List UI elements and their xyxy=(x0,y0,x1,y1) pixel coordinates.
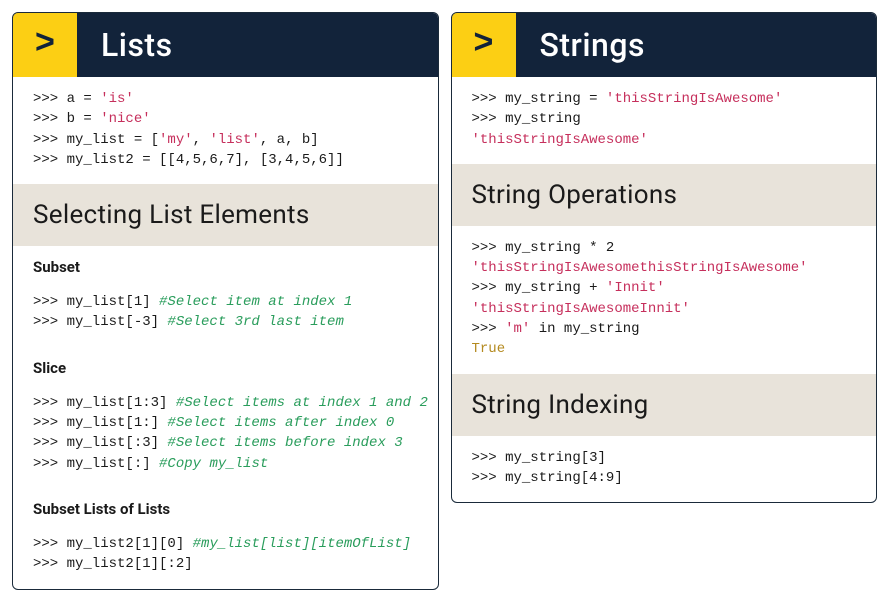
code-text: >>> my_string[3] xyxy=(472,450,606,466)
code-text: >>> my_list[:3] xyxy=(33,435,167,451)
code-text: >>> my_string * 2 xyxy=(472,240,615,256)
code-line: >>> my_string = 'thisStringIsAwesome' xyxy=(472,89,857,109)
prompt-badge: > xyxy=(452,13,516,77)
code-text: >>> my_list[-3] xyxy=(33,314,167,330)
code-line: >>> my_list[1:3] #Select items at index … xyxy=(33,393,418,413)
code-com: #Select 3rd last item xyxy=(167,314,343,330)
code-com: #Copy my_list xyxy=(159,456,268,472)
code-str: 'Innit' xyxy=(606,280,665,296)
code-line: >>> 'm' in my_string xyxy=(472,319,857,339)
code-text: in my_string xyxy=(530,321,639,337)
code-line: >>> my_string xyxy=(472,109,857,129)
code-com: #Select items before index 3 xyxy=(167,435,402,451)
code-line: >>> my_list2[1][0] #my_list[list][itemOf… xyxy=(33,534,418,554)
code-line: 'thisStringIsAwesomeInnit' xyxy=(472,299,857,319)
code-str: 'thisStringIsAwesomethisStringIsAwesome' xyxy=(472,260,808,276)
code-text: >>> xyxy=(472,321,506,337)
code-text: >>> a = xyxy=(33,91,100,107)
lists-intro-code: >>> a = 'is'>>> b = 'nice'>>> my_list = … xyxy=(13,77,438,184)
code-text: , a, b] xyxy=(260,132,319,148)
code-com: #Select item at index 1 xyxy=(159,294,352,310)
card-header-lists: > Lists xyxy=(13,13,438,77)
code-text: >>> my_list[:] xyxy=(33,456,159,472)
code-text: , xyxy=(193,132,210,148)
strings-card: > Strings >>> my_string = 'thisStringIsA… xyxy=(451,12,878,503)
code-line: >>> my_string[3] xyxy=(472,448,857,468)
card-title-lists: Lists xyxy=(77,13,173,77)
code-text: >>> my_list[1:] xyxy=(33,415,167,431)
code-com: #Select items after index 0 xyxy=(167,415,394,431)
code-text: >>> my_string[4:9] xyxy=(472,470,623,486)
code-str: 'thisStringIsAwesome' xyxy=(606,91,782,107)
code-line: >>> b = 'nice' xyxy=(33,109,418,129)
code-line: >>> my_string * 2 xyxy=(472,238,857,258)
code-com: #my_list[list][itemOfList] xyxy=(193,536,411,552)
code-text: >>> my_string xyxy=(472,111,581,127)
section-header-string-indexing: String Indexing xyxy=(452,374,877,436)
code-line: >>> a = 'is' xyxy=(33,89,418,109)
prompt-badge: > xyxy=(13,13,77,77)
code-line: >>> my_list = ['my', 'list', a, b] xyxy=(33,130,418,150)
code-line: >>> my_list[-3] #Select 3rd last item xyxy=(33,312,418,332)
string-ops-code: >>> my_string * 2 'thisStringIsAwesomethi… xyxy=(452,226,877,374)
code-line: True xyxy=(472,339,857,359)
code-line: >>> my_list[1] #Select item at index 1 xyxy=(33,292,418,312)
code-str: 'my' xyxy=(159,132,193,148)
section-header-selecting: Selecting List Elements xyxy=(13,184,438,246)
code-text: >>> my_list2[1][:2] xyxy=(33,556,193,572)
code-str: 'is' xyxy=(100,91,134,107)
string-indexing-code: >>> my_string[3] >>> my_string[4:9] xyxy=(452,436,877,503)
code-text: >>> my_list = [ xyxy=(33,132,159,148)
code-line: >>> my_string + 'Innit' xyxy=(472,278,857,298)
code-text: >>> my_list2 = [[4,5,6,7], [3,4,5,6]] xyxy=(33,152,344,168)
subset-code: >>> my_list[1] #Select item at index 1>>… xyxy=(13,280,438,347)
code-true: True xyxy=(472,341,506,357)
card-header-strings: > Strings xyxy=(452,13,877,77)
lists-card: > Lists >>> a = 'is'>>> b = 'nice'>>> my… xyxy=(12,12,439,590)
code-line: >>> my_list[:] #Copy my_list xyxy=(33,454,418,474)
code-line: >>> my_list[1:] #Select items after inde… xyxy=(33,413,418,433)
code-line: >>> my_list2 = [[4,5,6,7], [3,4,5,6]] xyxy=(33,150,418,170)
sub-header-slice: Slice xyxy=(13,347,438,381)
code-com: #Select items at index 1 and 2 xyxy=(176,395,428,411)
code-line: >>> my_list2[1][:2] xyxy=(33,554,418,574)
code-text: >>> my_list[1:3] xyxy=(33,395,176,411)
code-str: 'thisStringIsAwesome' xyxy=(472,132,648,148)
subset-lists-code: >>> my_list2[1][0] #my_list[list][itemOf… xyxy=(13,522,438,589)
sub-header-subset: Subset xyxy=(13,246,438,280)
sub-header-subset-lists: Subset Lists of Lists xyxy=(13,488,438,522)
code-text: >>> my_string = xyxy=(472,91,606,107)
strings-intro-code: >>> my_string = 'thisStringIsAwesome'>>>… xyxy=(452,77,877,164)
code-text: >>> my_list2[1][0] xyxy=(33,536,193,552)
section-header-string-ops: String Operations xyxy=(452,164,877,226)
code-text: >>> my_list[1] xyxy=(33,294,159,310)
slice-code: >>> my_list[1:3] #Select items at index … xyxy=(13,381,438,488)
code-str: 'thisStringIsAwesomeInnit' xyxy=(472,301,690,317)
code-str: 'list' xyxy=(209,132,259,148)
code-line: >>> my_list[:3] #Select items before ind… xyxy=(33,433,418,453)
code-line: 'thisStringIsAwesome' xyxy=(472,130,857,150)
code-line: 'thisStringIsAwesomethisStringIsAwesome' xyxy=(472,258,857,278)
code-line: >>> my_string[4:9] xyxy=(472,468,857,488)
card-title-strings: Strings xyxy=(516,13,645,77)
code-str: 'nice' xyxy=(100,111,150,127)
code-text: >>> b = xyxy=(33,111,100,127)
code-text: >>> my_string + xyxy=(472,280,606,296)
code-str: 'm' xyxy=(505,321,530,337)
